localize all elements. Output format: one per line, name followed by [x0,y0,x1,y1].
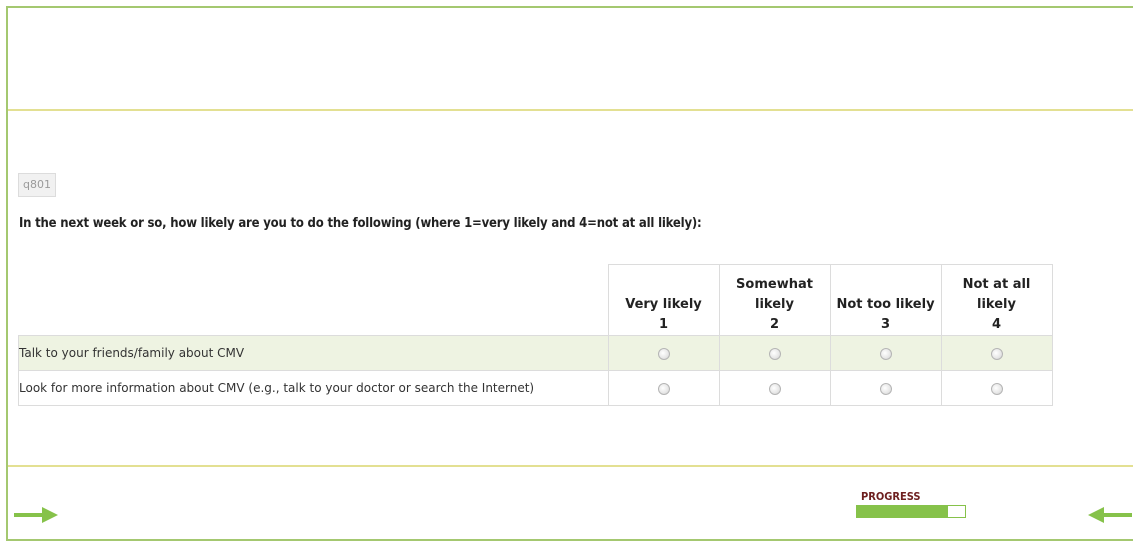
option-cell [940,370,1053,406]
option-cell [607,370,720,406]
radio-row1-col4[interactable] [990,347,1003,360]
row-label-talk-to-friends: Talk to your friends/family about CMV [18,335,608,371]
column-value: 2 [769,317,780,332]
table-row: Talk to your friends/family about CMV [18,335,1053,371]
progress-label: PROGRESS [861,490,921,503]
grid-header-row: Very likely 1 Somewhat likely 2 Not too … [19,264,1053,336]
arrow-right-icon[interactable] [14,505,60,525]
option-cell [940,335,1053,371]
column-label: Somewhat likely [736,277,813,312]
question-id-badge: q801 [18,173,56,197]
radio-row2-col2[interactable] [768,382,781,395]
option-cell [829,370,942,406]
grid-corner [19,265,609,336]
footer-divider [8,465,1133,467]
progress-fill [857,506,948,517]
radio-row2-col4[interactable] [990,382,1003,395]
option-cell [718,370,831,406]
row-label-look-for-information: Look for more information about CMV (e.g… [18,370,608,406]
column-header-very-likely: Very likely 1 [607,264,720,336]
radio-row2-col1[interactable] [657,382,670,395]
column-value: 1 [658,317,669,332]
option-cell [829,335,942,371]
option-cell [718,335,831,371]
likert-grid: Very likely 1 Somewhat likely 2 Not too … [18,264,1053,406]
option-cell [607,335,720,371]
column-value: 4 [991,317,1002,332]
question-text: In the next week or so, how likely are y… [19,216,702,231]
column-value: 3 [880,317,891,332]
arrow-left-icon[interactable] [1088,505,1132,525]
column-header-not-too-likely: Not too likely 3 [829,264,942,336]
column-label: Very likely [625,297,702,312]
column-header-not-at-all-likely: Not at all likely 4 [940,264,1053,336]
column-label: Not too likely [836,297,935,312]
radio-row1-col1[interactable] [657,347,670,360]
radio-row2-col3[interactable] [879,382,892,395]
progress-bar [856,505,966,518]
column-header-somewhat-likely: Somewhat likely 2 [718,264,831,336]
table-row: Look for more information about CMV (e.g… [18,370,1053,406]
column-label: Not at all likely [962,277,1031,312]
radio-row1-col3[interactable] [879,347,892,360]
header-divider [8,109,1133,111]
radio-row1-col2[interactable] [768,347,781,360]
